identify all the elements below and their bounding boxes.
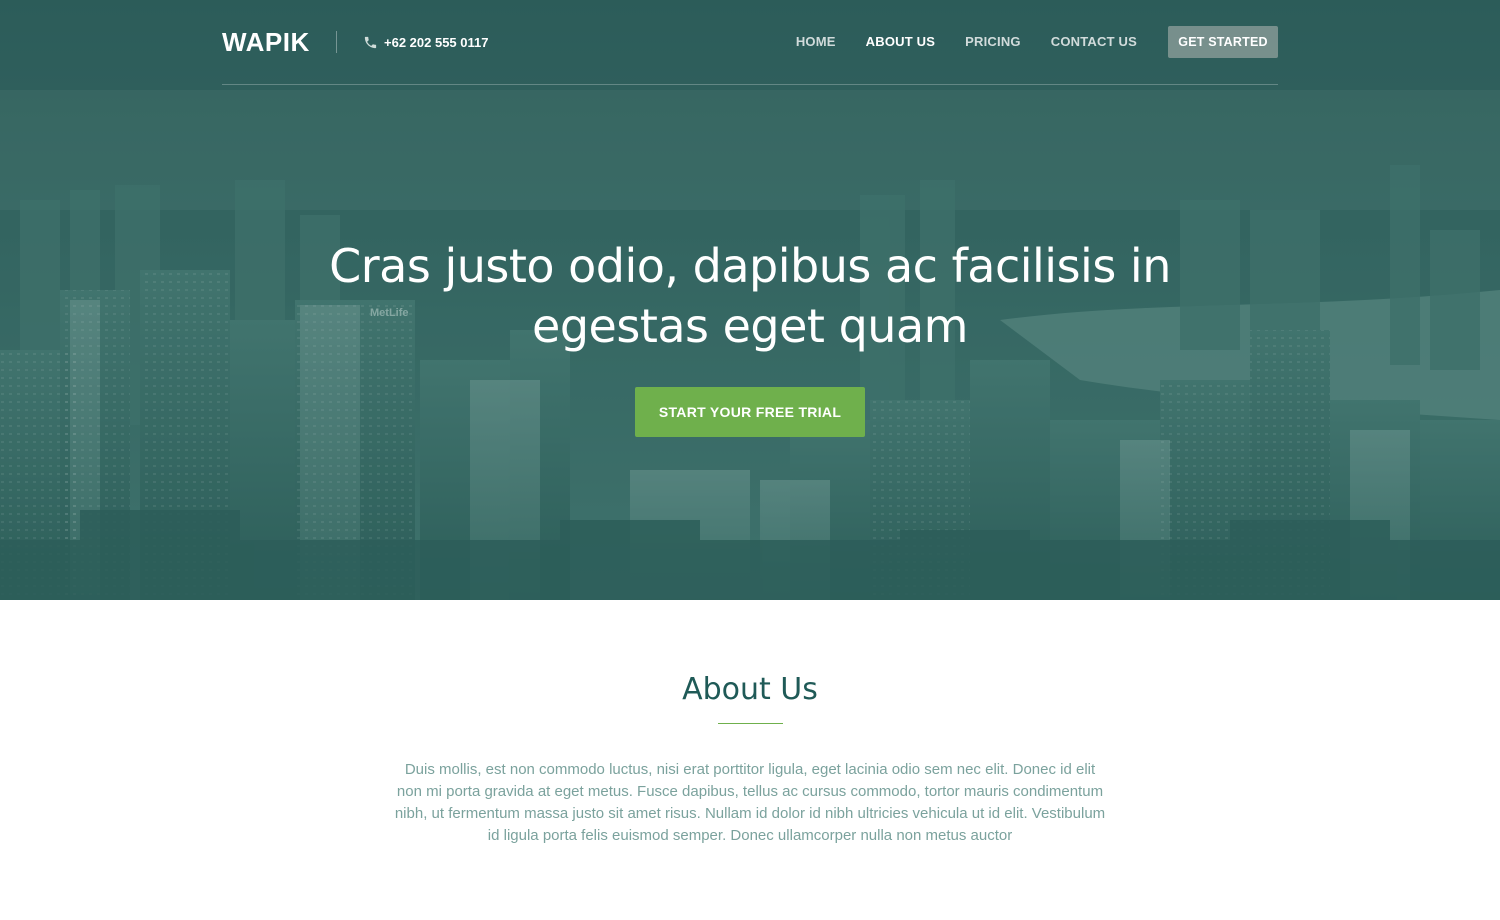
logo[interactable]: WAPIK [222, 27, 310, 57]
main-menu: HOME ABOUT US PRICING CONTACT US [766, 33, 1137, 51]
start-free-trial-button[interactable]: START YOUR FREE TRIAL [635, 387, 865, 437]
phone-number: +62 202 555 0117 [363, 33, 488, 51]
menu-item-home[interactable]: HOME [796, 33, 836, 51]
about-title: About Us [682, 672, 818, 707]
menu-item-contact-us[interactable]: CONTACT US [1051, 33, 1137, 51]
nav-divider [336, 31, 337, 53]
hero-section: MetLife WAPIK +62 202 555 0117 HOME ABOU… [0, 0, 1500, 600]
menu-item-about-us[interactable]: ABOUT US [866, 33, 936, 51]
about-title-underline [718, 723, 783, 724]
get-started-button[interactable]: GET STARTED [1168, 26, 1278, 58]
phone-icon [363, 35, 378, 50]
hero-title: Cras justo odio, dapibus ac facilisis in… [329, 239, 1171, 353]
menu-item-pricing[interactable]: PRICING [965, 33, 1021, 51]
about-body-text: Duis mollis, est non commodo luctus, nis… [394, 761, 1106, 844]
about-section: About Us Duis mollis, est non commodo lu… [0, 600, 1500, 920]
top-navigation: WAPIK +62 202 555 0117 HOME ABOUT US PRI… [222, 0, 1278, 85]
phone-number-text: +62 202 555 0117 [384, 34, 489, 50]
